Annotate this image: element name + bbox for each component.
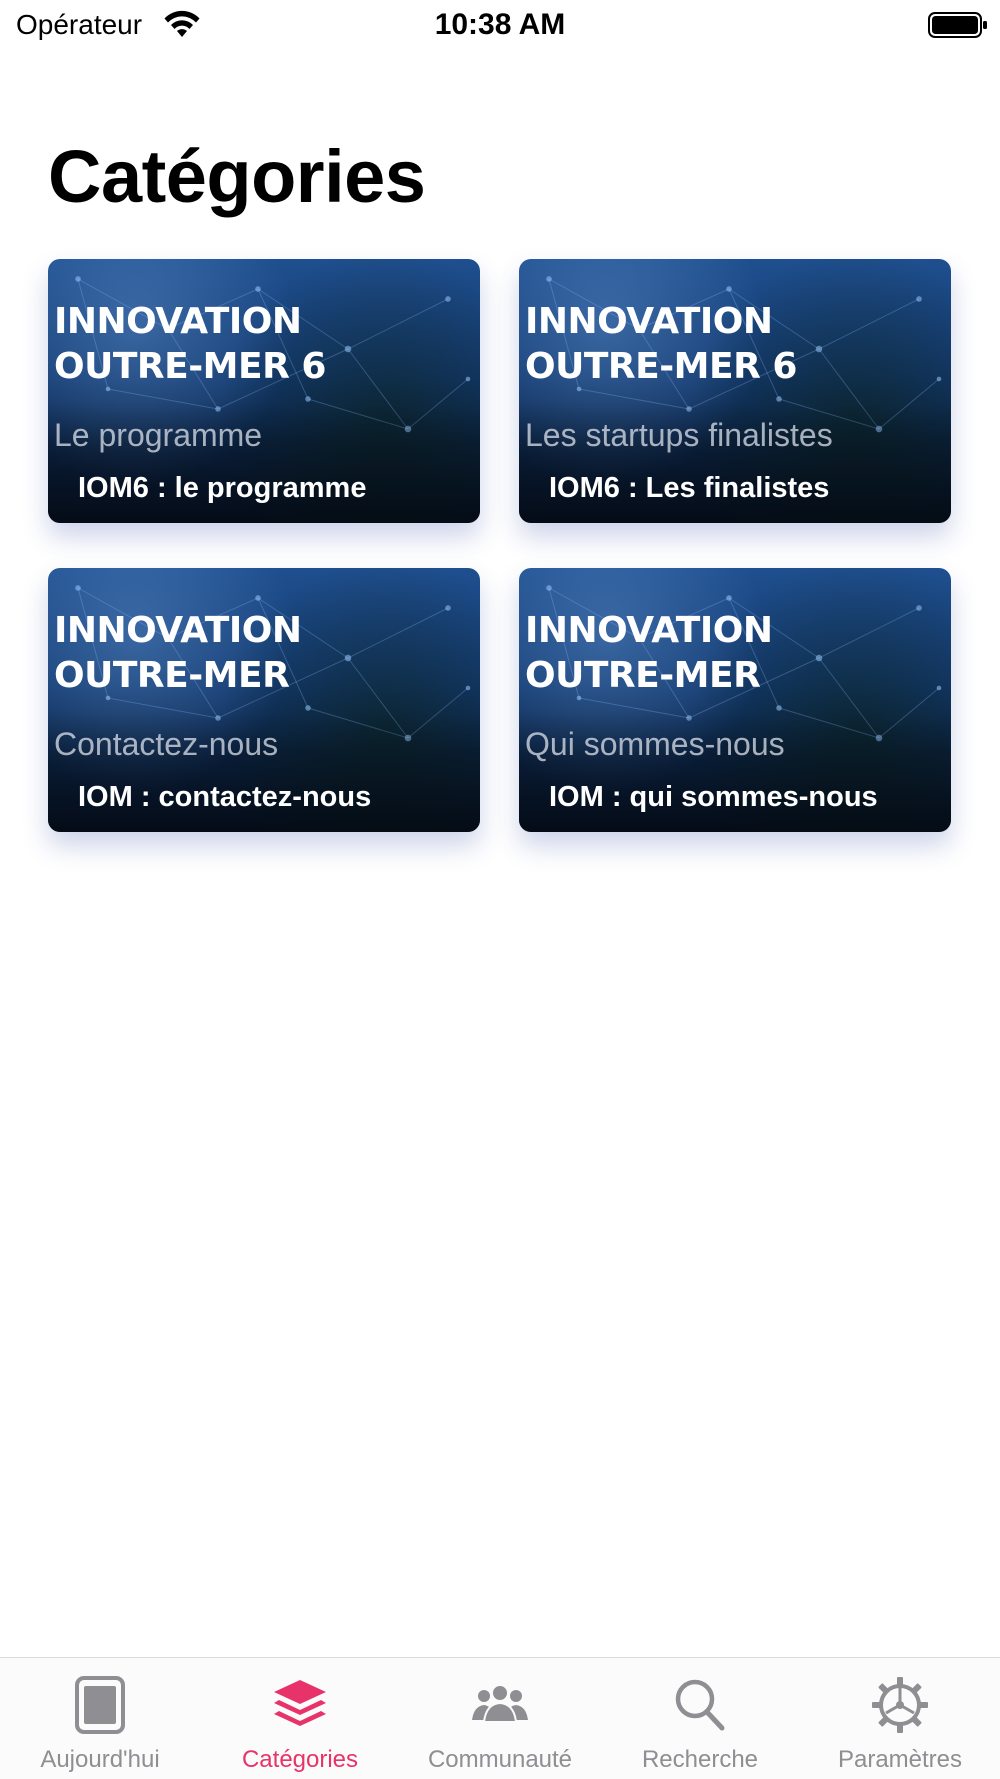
card-subtitle: Qui sommes-nous [525,726,785,762]
tab-label: Recherche [641,1746,759,1773]
categories-grid: INNOVATION OUTRE-MER 6 Le programme IOM6… [0,0,1000,860]
tab-label: Paramètres [837,1746,963,1773]
category-card-programme[interactable]: INNOVATION OUTRE-MER 6 Le programme IOM6… [48,259,480,523]
tab-parametres[interactable]: Paramètres [800,1658,1000,1779]
card-caption: IOM6 : Les finalistes [549,472,830,504]
community-icon [472,1684,528,1723]
tab-label: Aujourd'hui [40,1746,160,1773]
category-card-finalistes[interactable]: INNOVATION OUTRE-MER 6 Les startups fina… [519,259,951,523]
card-heading: INNOVATION OUTRE-MER 6 [54,301,326,387]
tab-communaute[interactable]: Communauté [400,1658,600,1779]
card-caption: IOM6 : le programme [78,472,367,504]
layers-icon [274,1680,326,1726]
card-subtitle: Le programme [54,417,263,453]
card-caption: IOM : qui sommes-nous [549,781,878,813]
card-heading: INNOVATION OUTRE-MER [525,610,773,696]
card-heading: INNOVATION OUTRE-MER [54,610,302,696]
gear-icon [872,1677,928,1733]
card-subtitle: Les startups finalistes [525,417,833,453]
tab-aujourdhui[interactable]: Aujourd'hui [0,1658,200,1779]
tab-bar: Aujourd'hui Catégories Communauté Recher… [0,1657,1000,1779]
tab-label: Communauté [427,1746,573,1773]
search-icon [675,1679,725,1731]
tab-categories[interactable]: Catégories [200,1658,400,1779]
category-card-contact[interactable]: INNOVATION OUTRE-MER Contactez-nous IOM … [48,568,480,832]
today-icon [75,1676,125,1734]
card-subtitle: Contactez-nous [54,726,279,762]
tab-recherche[interactable]: Recherche [600,1658,800,1779]
card-heading: INNOVATION OUTRE-MER 6 [525,301,797,387]
tab-label: Catégories [241,1746,359,1773]
category-card-qui-sommes-nous[interactable]: INNOVATION OUTRE-MER Qui sommes-nous IOM… [519,568,951,832]
card-caption: IOM : contactez-nous [78,781,372,813]
